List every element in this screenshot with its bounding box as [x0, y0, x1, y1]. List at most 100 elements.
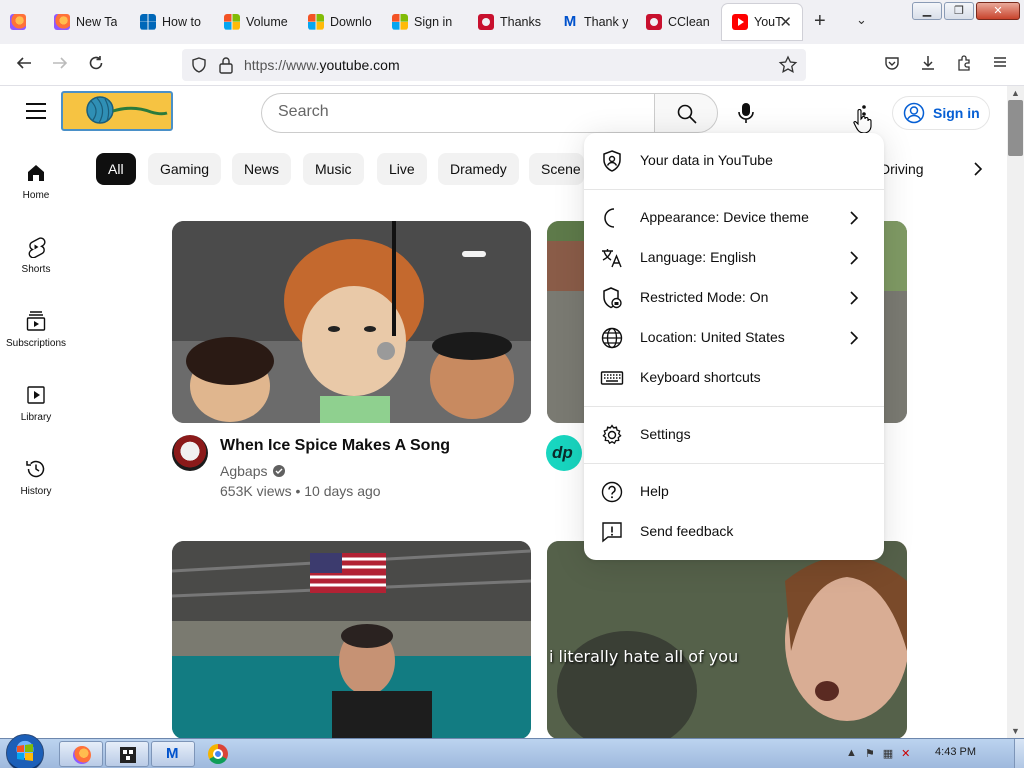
- reload-button[interactable]: [84, 54, 108, 78]
- chip-all[interactable]: All: [96, 153, 136, 185]
- menu-divider: [584, 189, 884, 190]
- clock[interactable]: 4:43 PM: [935, 746, 976, 758]
- menu-item-your-data[interactable]: Your data in YouTube: [584, 141, 884, 181]
- tab-volume[interactable]: Volume: [214, 4, 300, 40]
- minimize-button[interactable]: ▁: [912, 2, 942, 20]
- menu-item-restricted-mode[interactable]: Restricted Mode: On: [584, 278, 884, 318]
- menu-item-location[interactable]: Location: United States: [584, 318, 884, 358]
- tracking-protection-shield-icon[interactable]: [190, 56, 208, 74]
- channel-avatar[interactable]: [172, 435, 208, 471]
- nav-home[interactable]: Home: [0, 162, 72, 201]
- tab-sign-in[interactable]: Sign in: [382, 4, 468, 40]
- menu-divider: [584, 406, 884, 407]
- extensions-button[interactable]: [952, 54, 976, 78]
- close-tab-icon[interactable]: ✕: [779, 13, 792, 31]
- chrome-icon[interactable]: [208, 744, 228, 764]
- address-bar[interactable]: https://www.youtube.com: [182, 49, 806, 81]
- network-icon[interactable]: ▦: [883, 747, 893, 760]
- moon-icon: [604, 208, 615, 228]
- tab-new-tab[interactable]: New Ta: [44, 4, 130, 40]
- taskbar-malwarebytes-button[interactable]: M: [151, 741, 195, 767]
- new-tab-button[interactable]: +: [814, 10, 826, 33]
- taskbar-app-button[interactable]: [105, 741, 149, 767]
- downloads-button[interactable]: [916, 54, 940, 78]
- nav-subscriptions[interactable]: Subscriptions: [0, 310, 72, 349]
- forward-button[interactable]: [48, 54, 72, 78]
- page-scrollbar[interactable]: ▲ ▼: [1007, 86, 1024, 738]
- tab-how-to[interactable]: How to: [130, 4, 216, 40]
- feedback-icon: [602, 522, 622, 543]
- menu-item-appearance[interactable]: Appearance: Device theme: [584, 198, 884, 238]
- flag-icon[interactable]: ⚑: [865, 747, 875, 760]
- guide-menu-button[interactable]: [26, 103, 46, 119]
- chip-scene[interactable]: Scene: [529, 153, 584, 185]
- thumbnail-illustration: [172, 221, 531, 423]
- menu-item-label: Appearance: Device theme: [640, 209, 809, 225]
- nav-library[interactable]: Library: [0, 384, 72, 423]
- tab-thank-you[interactable]: M Thank y: [552, 4, 638, 40]
- menu-item-keyboard-shortcuts[interactable]: Keyboard shortcuts: [584, 358, 884, 398]
- scroll-up-arrow-icon[interactable]: ▲: [1011, 88, 1020, 98]
- url-domain: youtube.com: [319, 57, 400, 73]
- nav-shorts[interactable]: Shorts: [0, 236, 72, 275]
- nav-history[interactable]: History: [0, 458, 72, 497]
- tab-label: Thanks: [500, 15, 541, 29]
- video-thumbnail[interactable]: i literally hate all of you: [547, 541, 907, 739]
- lock-icon[interactable]: [218, 56, 234, 74]
- menu-item-help[interactable]: Help: [584, 472, 884, 512]
- tab-label: Sign in: [414, 15, 453, 29]
- search-button[interactable]: [654, 93, 718, 133]
- keyboard-icon: [600, 371, 624, 385]
- thumbnail-illustration: [547, 541, 907, 739]
- video-metadata: 653K views • 10 days ago: [220, 483, 381, 499]
- chips-next-button[interactable]: [968, 160, 986, 183]
- tab-thanks[interactable]: Thanks: [468, 4, 554, 40]
- windows-logo-icon: [17, 744, 33, 761]
- library-icon: [27, 386, 45, 404]
- restricted-icon: [603, 287, 622, 309]
- voice-search-button[interactable]: [735, 101, 757, 130]
- url-text[interactable]: https://www.youtube.com: [244, 57, 400, 73]
- tab-ccleaner[interactable]: CClean: [636, 4, 722, 40]
- history-icon: [26, 460, 45, 478]
- tab-pinned-firefox[interactable]: [0, 4, 40, 40]
- video-title[interactable]: When Ice Spice Makes A Song: [220, 437, 450, 455]
- start-button[interactable]: [6, 734, 44, 768]
- video-thumbnail[interactable]: [172, 221, 531, 423]
- menu-item-send-feedback[interactable]: Send feedback: [584, 512, 884, 552]
- list-all-tabs-icon[interactable]: ⌄: [856, 12, 867, 28]
- chip-driving[interactable]: Driving: [880, 161, 924, 177]
- tab-download[interactable]: Downlo: [298, 4, 384, 40]
- chip-dramedy[interactable]: Dramedy: [438, 153, 519, 185]
- channel-name[interactable]: Agbaps: [220, 463, 286, 479]
- scroll-down-arrow-icon[interactable]: ▼: [1011, 726, 1020, 736]
- chip-live[interactable]: Live: [377, 153, 427, 185]
- search-input[interactable]: [278, 103, 638, 121]
- pocket-button[interactable]: [880, 54, 904, 78]
- taskbar-firefox-button[interactable]: [59, 741, 103, 767]
- restore-button[interactable]: ❐: [944, 2, 974, 20]
- windows-taskbar: M ▲ ⚑ ▦ ✕ 4:43 PM: [0, 734, 1024, 768]
- back-button[interactable]: [12, 54, 36, 78]
- sign-in-button[interactable]: Sign in: [892, 96, 990, 130]
- ccleaner-icon: [646, 14, 662, 30]
- volume-muted-icon[interactable]: ✕: [901, 747, 910, 760]
- close-window-button[interactable]: ✕: [976, 2, 1020, 20]
- chip-news[interactable]: News: [232, 153, 292, 185]
- channel-avatar[interactable]: dp: [546, 435, 582, 471]
- youtube-doodle-logo[interactable]: [61, 91, 173, 131]
- system-tray-icons: ▲ ⚑ ▦ ✕: [846, 747, 910, 760]
- menu-item-settings[interactable]: Settings: [584, 415, 884, 455]
- scrollbar-thumb[interactable]: [1008, 100, 1023, 156]
- chip-music[interactable]: Music: [303, 153, 364, 185]
- app-menu-button[interactable]: [988, 54, 1012, 78]
- bookmark-star-icon[interactable]: [778, 55, 798, 75]
- firefox-icon: [10, 14, 26, 30]
- tab-youtube-active[interactable]: YouT ✕: [722, 4, 802, 40]
- menu-item-language[interactable]: Language: English: [584, 238, 884, 278]
- show-desktop-button[interactable]: [1014, 739, 1024, 768]
- app-icon: [120, 747, 136, 763]
- video-thumbnail[interactable]: [172, 541, 531, 739]
- show-hidden-icons-icon[interactable]: ▲: [846, 747, 857, 760]
- chip-gaming[interactable]: Gaming: [148, 153, 222, 185]
